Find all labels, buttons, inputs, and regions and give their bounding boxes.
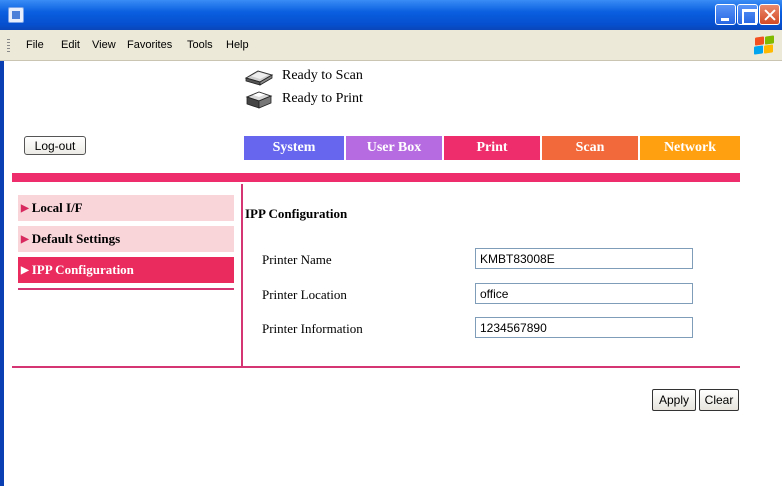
printer-icon xyxy=(245,91,273,109)
minimize-icon[interactable] xyxy=(715,4,736,25)
status-print-text: Ready to Print xyxy=(282,91,363,106)
browser-app-icon xyxy=(8,7,24,23)
sidebar-item-local-if[interactable]: ▶ Local I/F xyxy=(18,195,234,221)
menu-item-file[interactable]: File xyxy=(26,39,44,51)
maximize-icon[interactable] xyxy=(737,4,758,25)
windows-logo-icon xyxy=(752,34,776,56)
arrow-right-icon: ▶ xyxy=(21,233,29,245)
menu-item-favorites[interactable]: Favorites xyxy=(127,39,172,51)
sidebar-item-label: Default Settings xyxy=(31,231,121,246)
arrow-right-icon: ▶ xyxy=(21,202,29,214)
apply-button[interactable]: Apply xyxy=(652,389,696,411)
tab-print[interactable]: Print xyxy=(444,136,540,160)
scanner-icon xyxy=(244,70,274,86)
window-title-bar[interactable] xyxy=(0,0,782,30)
content-divider-horizontal xyxy=(12,366,740,368)
tab-system[interactable]: System xyxy=(244,136,344,160)
printer-name-input[interactable] xyxy=(475,248,693,269)
printer-location-label: Printer Location xyxy=(262,287,347,302)
sidebar-divider xyxy=(18,288,234,290)
printer-location-input[interactable] xyxy=(475,283,693,304)
tab-user-box[interactable]: User Box xyxy=(346,136,442,160)
menu-bar: File Edit View Favorites Tools Help xyxy=(0,30,782,61)
menu-item-view[interactable]: View xyxy=(92,39,116,51)
menu-item-help[interactable]: Help xyxy=(226,39,249,51)
logout-button[interactable]: Log-out xyxy=(24,136,86,155)
sidebar-item-default-settings[interactable]: ▶ Default Settings xyxy=(18,226,234,252)
printer-information-label: Printer Information xyxy=(262,321,363,336)
menu-item-tools[interactable]: Tools xyxy=(187,39,213,51)
sidebar-item-label: Local I/F xyxy=(31,200,83,215)
window-left-border xyxy=(0,61,4,486)
printer-name-label: Printer Name xyxy=(262,252,332,267)
menu-item-edit[interactable]: Edit xyxy=(61,39,80,51)
tab-network[interactable]: Network xyxy=(640,136,740,160)
header-accent-bar xyxy=(12,173,740,182)
content-divider-vertical xyxy=(241,184,243,366)
sidebar-item-label: IPP Configuration xyxy=(31,262,134,277)
close-icon[interactable] xyxy=(759,4,780,25)
arrow-right-icon: ▶ xyxy=(21,264,29,276)
section-title: IPP Configuration xyxy=(245,206,348,221)
status-scan-text: Ready to Scan xyxy=(282,68,363,83)
sidebar-item-ipp-configuration[interactable]: ▶ IPP Configuration xyxy=(18,257,234,283)
toolbar-grip-icon[interactable] xyxy=(7,39,10,53)
tab-scan[interactable]: Scan xyxy=(542,136,638,160)
printer-information-input[interactable] xyxy=(475,317,693,338)
clear-button[interactable]: Clear xyxy=(699,389,739,411)
